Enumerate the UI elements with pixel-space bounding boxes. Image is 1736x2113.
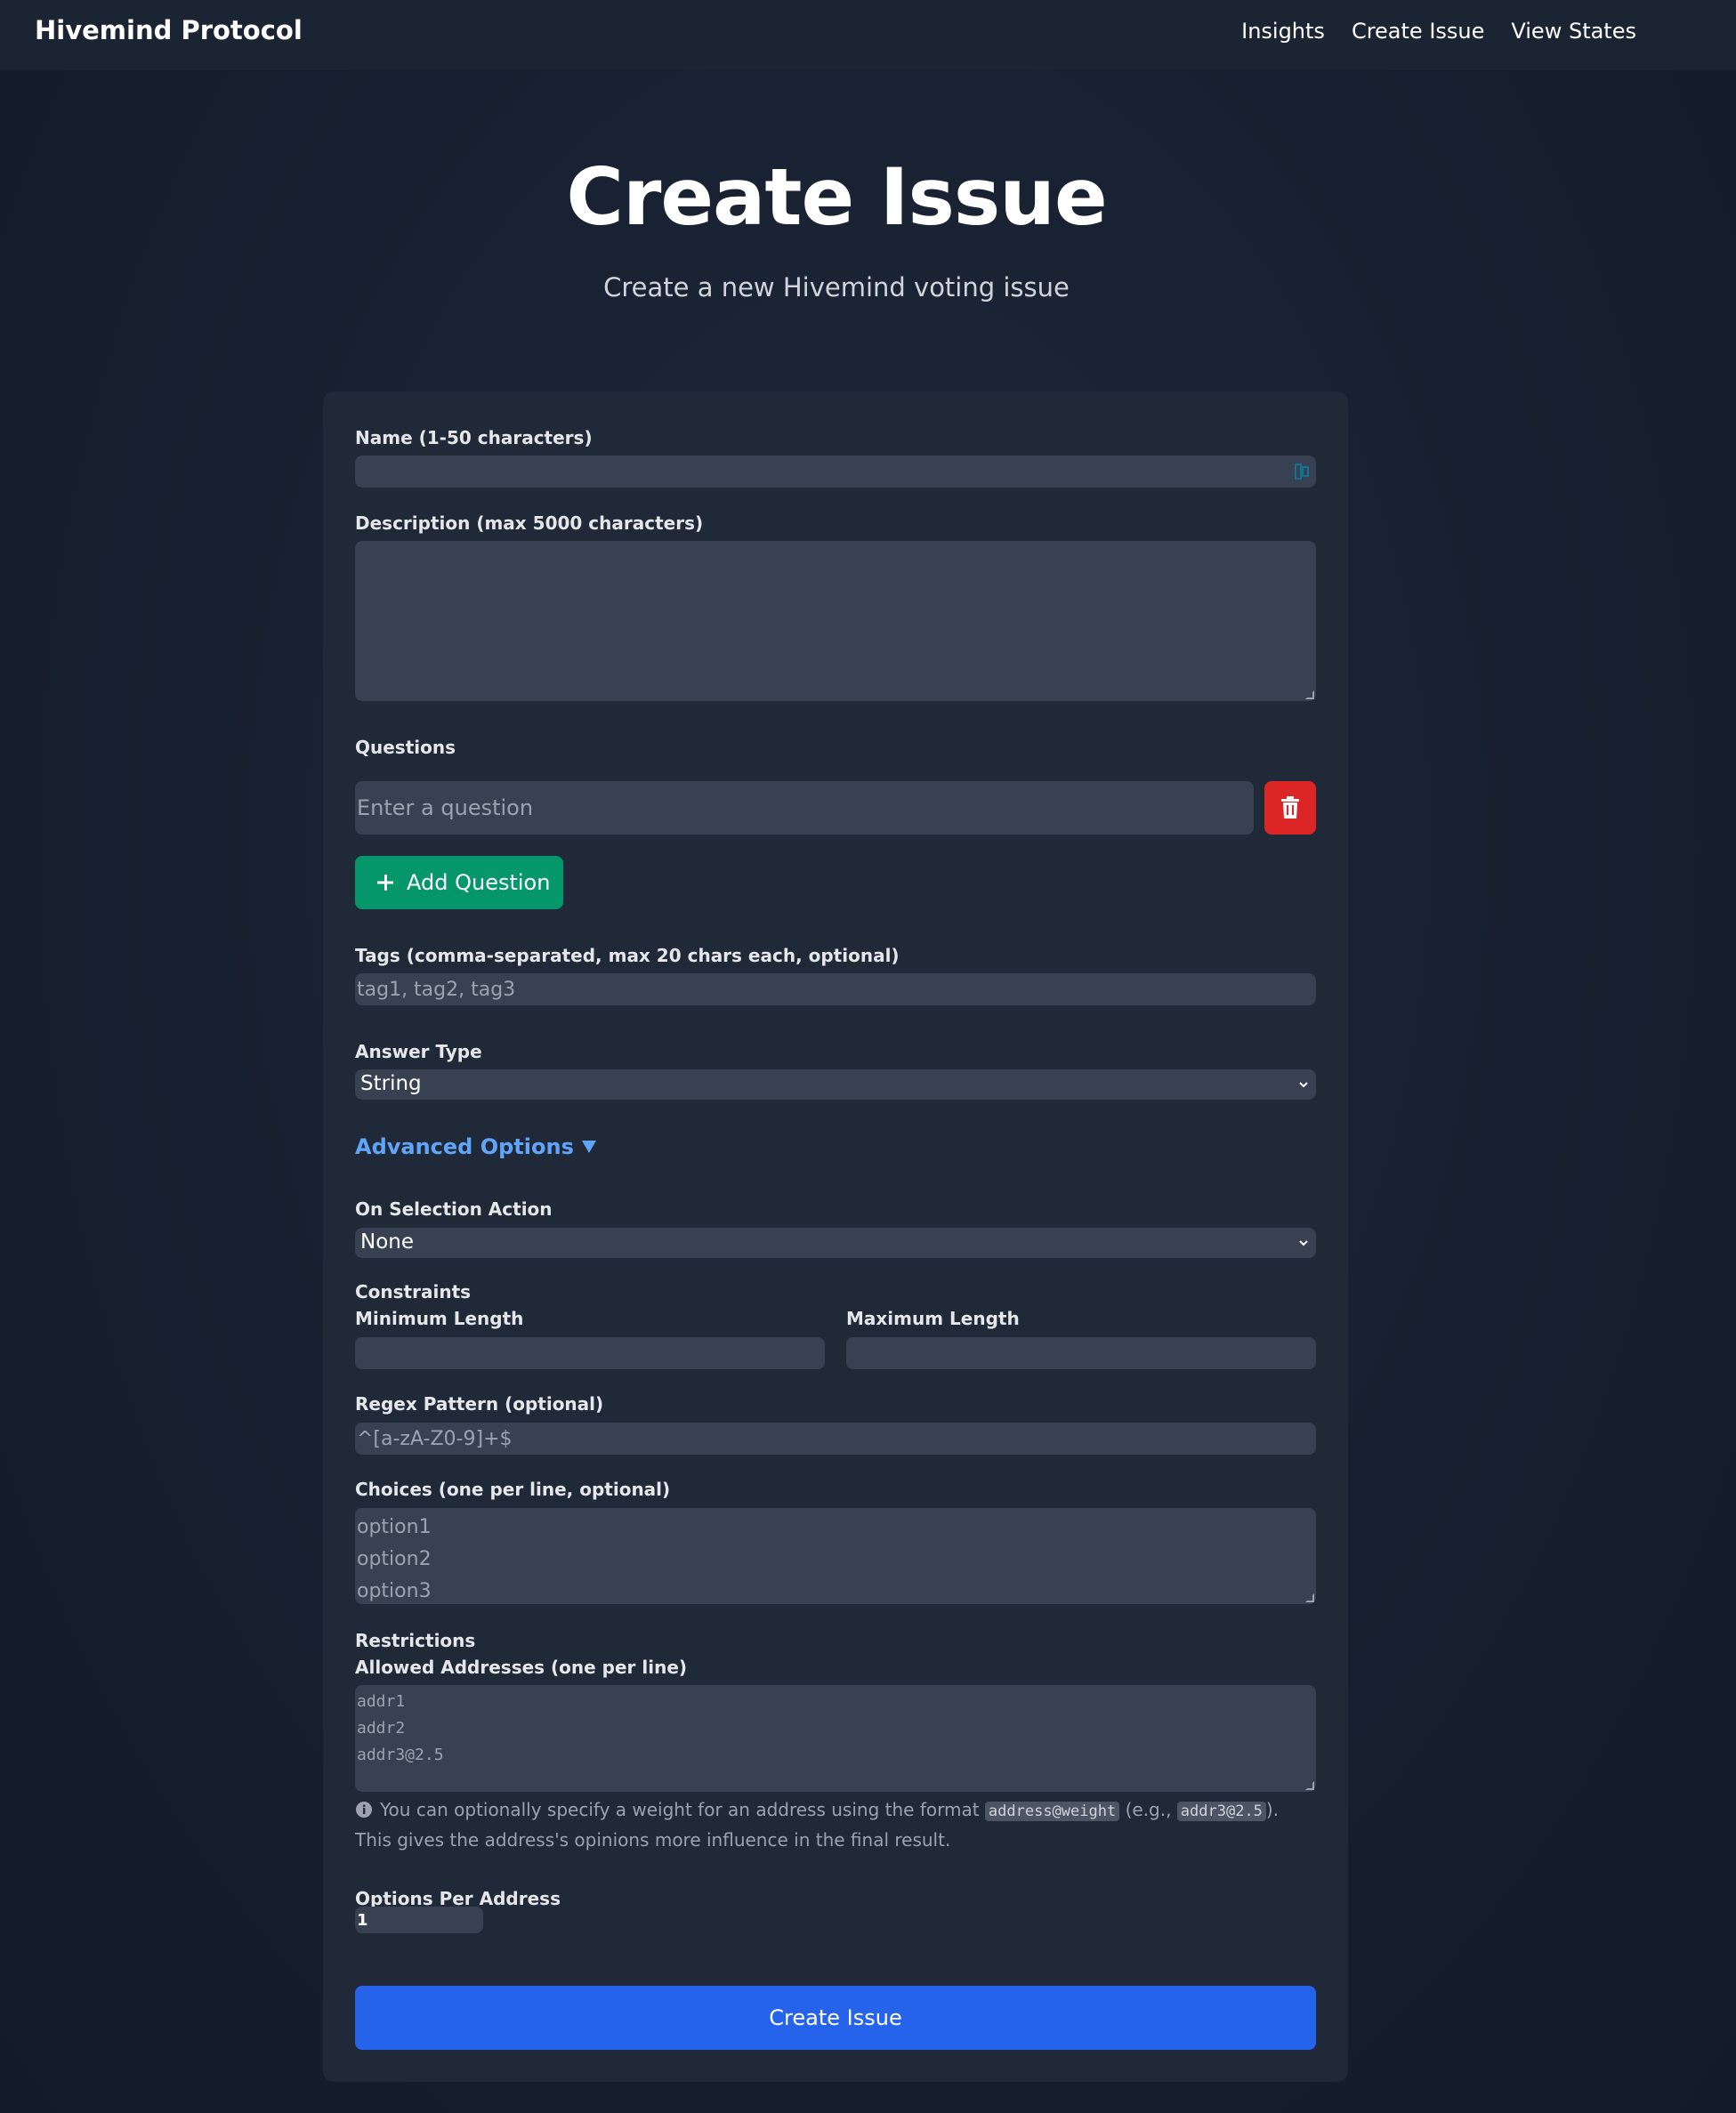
weight-hint: You can optionally specify a weight for … — [355, 1795, 1316, 1854]
addresses-placeholder-line: addr3@2.5 — [357, 1746, 444, 1764]
max-length-label: Maximum Length — [846, 1308, 1020, 1329]
question-placeholder: Enter a question — [357, 795, 534, 820]
add-question-button[interactable]: Add Question — [355, 856, 563, 909]
chevron-down-icon — [1299, 1082, 1308, 1088]
question-input[interactable]: Enter a question — [355, 781, 1254, 835]
page-title: Create Issue — [566, 151, 1107, 243]
tags-placeholder: tag1, tag2, tag3 — [357, 978, 516, 1001]
nav-link-create-issue[interactable]: Create Issue — [1352, 19, 1484, 44]
options-per-address-input[interactable]: 1 — [355, 1907, 483, 1933]
tags-label: Tags (comma-separated, max 20 chars each… — [355, 945, 900, 966]
restrictions-label: Restrictions — [355, 1630, 476, 1651]
triangle-down-icon — [581, 1141, 596, 1153]
hint-code-format: address@weight — [984, 1802, 1120, 1821]
description-label: Description (max 5000 characters) — [355, 512, 704, 534]
answer-type-value: String — [360, 1072, 422, 1095]
trash-icon — [1281, 796, 1299, 819]
choices-placeholder-line: option3 — [357, 1580, 432, 1602]
page-subtitle: Create a new Hivemind voting issue — [603, 272, 1070, 302]
add-question-label: Add Question — [407, 870, 551, 895]
name-input[interactable] — [355, 456, 1316, 488]
regex-placeholder: ^[a-zA-Z0-9]+$ — [357, 1427, 513, 1450]
choices-placeholder-line: option1 — [357, 1516, 432, 1538]
constraints-label: Constraints — [355, 1281, 472, 1302]
choices-label: Choices (one per line, optional) — [355, 1479, 671, 1500]
on-selection-label: On Selection Action — [355, 1198, 553, 1220]
max-length-input[interactable] — [846, 1337, 1316, 1369]
questions-label: Questions — [355, 737, 456, 758]
allowed-addresses-textarea[interactable]: addr1 addr2 addr3@2.5 — [355, 1685, 1316, 1792]
advanced-options-label: Advanced Options — [355, 1134, 574, 1159]
on-selection-select[interactable]: None — [355, 1228, 1316, 1258]
resize-handle-icon[interactable] — [1305, 1781, 1314, 1790]
choices-textarea[interactable]: option1 option2 option3 — [355, 1508, 1316, 1604]
plus-icon — [377, 875, 393, 891]
allowed-addresses-label: Allowed Addresses (one per line) — [355, 1657, 688, 1678]
chevron-down-icon — [1299, 1240, 1308, 1246]
info-icon — [356, 1802, 372, 1818]
options-per-address-value: 1 — [357, 1910, 368, 1930]
nav-link-insights[interactable]: Insights — [1241, 19, 1325, 44]
addresses-placeholder-line: addr1 — [357, 1692, 406, 1711]
description-textarea[interactable] — [355, 541, 1316, 701]
hint-prefix: You can optionally specify a weight for … — [380, 1799, 980, 1820]
name-label: Name (1-50 characters) — [355, 427, 593, 448]
regex-label: Regex Pattern (optional) — [355, 1393, 604, 1415]
top-navbar: Hivemind Protocol Insights Create Issue … — [0, 0, 1736, 70]
answer-type-select[interactable]: String — [355, 1069, 1316, 1100]
delete-question-button[interactable] — [1264, 781, 1316, 835]
advanced-options-toggle[interactable]: Advanced Options — [355, 1134, 597, 1159]
autofill-icon — [1295, 464, 1309, 480]
create-issue-button[interactable]: Create Issue — [355, 1986, 1316, 2050]
brand-logo-text[interactable]: Hivemind Protocol — [35, 15, 303, 45]
hint-mid: (e.g., — [1125, 1799, 1172, 1820]
choices-placeholder-line: option2 — [357, 1548, 432, 1570]
create-issue-form: Name (1-50 characters) Description (max … — [323, 391, 1348, 2082]
min-length-label: Minimum Length — [355, 1308, 524, 1329]
resize-handle-icon[interactable] — [1305, 690, 1314, 699]
hint-code-example: addr3@2.5 — [1176, 1802, 1266, 1821]
create-issue-button-label: Create Issue — [769, 2005, 902, 2030]
on-selection-value: None — [360, 1230, 415, 1254]
answer-type-label: Answer Type — [355, 1041, 482, 1062]
addresses-placeholder-line: addr2 — [357, 1719, 406, 1738]
nav-link-view-states[interactable]: View States — [1511, 19, 1636, 44]
regex-input[interactable]: ^[a-zA-Z0-9]+$ — [355, 1423, 1316, 1455]
nav-links: Insights Create Issue View States — [1241, 19, 1636, 44]
min-length-input[interactable] — [355, 1337, 825, 1369]
tags-input[interactable]: tag1, tag2, tag3 — [355, 973, 1316, 1005]
